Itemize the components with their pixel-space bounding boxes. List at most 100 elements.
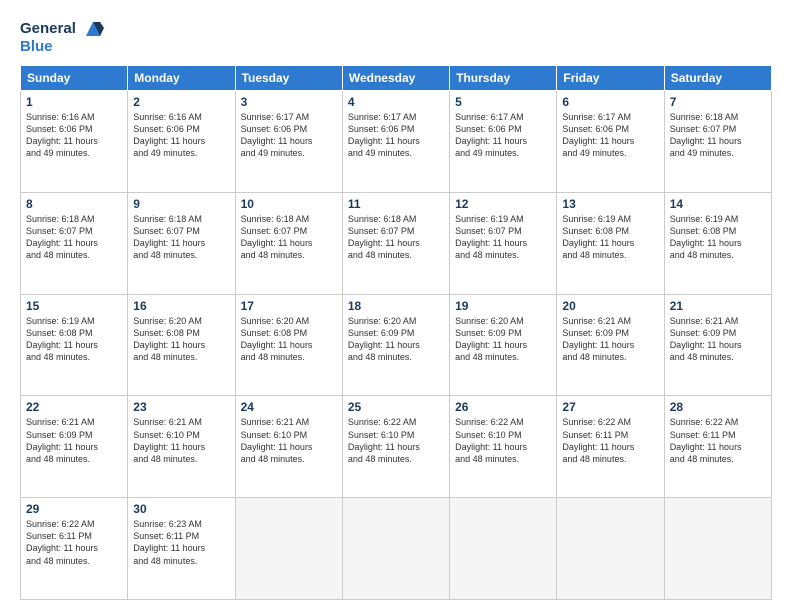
day-info: Sunrise: 6:17 AMSunset: 6:06 PMDaylight:… [562,111,658,160]
day-number: 10 [241,197,337,211]
day-info: Sunrise: 6:18 AMSunset: 6:07 PMDaylight:… [26,213,122,262]
day-info: Sunrise: 6:18 AMSunset: 6:07 PMDaylight:… [348,213,444,262]
calendar-cell: 11 Sunrise: 6:18 AMSunset: 6:07 PMDayligh… [342,192,449,294]
day-number: 18 [348,299,444,313]
day-number: 16 [133,299,229,313]
day-info: Sunrise: 6:20 AMSunset: 6:08 PMDaylight:… [241,315,337,364]
calendar-cell: 18 Sunrise: 6:20 AMSunset: 6:09 PMDayligh… [342,294,449,396]
calendar-cell: 30 Sunrise: 6:23 AMSunset: 6:11 PMDayligh… [128,498,235,600]
day-number: 11 [348,197,444,211]
calendar-cell [235,498,342,600]
day-info: Sunrise: 6:22 AMSunset: 6:11 PMDaylight:… [562,416,658,465]
day-info: Sunrise: 6:18 AMSunset: 6:07 PMDaylight:… [241,213,337,262]
day-info: Sunrise: 6:22 AMSunset: 6:10 PMDaylight:… [348,416,444,465]
day-info: Sunrise: 6:19 AMSunset: 6:07 PMDaylight:… [455,213,551,262]
calendar-cell: 1 Sunrise: 6:16 AMSunset: 6:06 PMDaylight… [21,91,128,193]
day-number: 3 [241,95,337,109]
day-number: 15 [26,299,122,313]
day-info: Sunrise: 6:19 AMSunset: 6:08 PMDaylight:… [562,213,658,262]
day-info: Sunrise: 6:21 AMSunset: 6:09 PMDaylight:… [562,315,658,364]
header: General Blue [20,18,772,55]
logo: General Blue [20,18,104,55]
calendar-cell: 27 Sunrise: 6:22 AMSunset: 6:11 PMDayligh… [557,396,664,498]
day-info: Sunrise: 6:20 AMSunset: 6:09 PMDaylight:… [348,315,444,364]
day-number: 1 [26,95,122,109]
calendar-cell: 16 Sunrise: 6:20 AMSunset: 6:08 PMDayligh… [128,294,235,396]
calendar-cell [342,498,449,600]
day-info: Sunrise: 6:19 AMSunset: 6:08 PMDaylight:… [670,213,766,262]
calendar-cell: 5 Sunrise: 6:17 AMSunset: 6:06 PMDaylight… [450,91,557,193]
calendar-row: 29 Sunrise: 6:22 AMSunset: 6:11 PMDayligh… [21,498,772,600]
day-info: Sunrise: 6:21 AMSunset: 6:10 PMDaylight:… [241,416,337,465]
calendar-cell: 19 Sunrise: 6:20 AMSunset: 6:09 PMDayligh… [450,294,557,396]
day-info: Sunrise: 6:17 AMSunset: 6:06 PMDaylight:… [241,111,337,160]
calendar-header-row: Sunday Monday Tuesday Wednesday Thursday… [21,66,772,91]
day-number: 4 [348,95,444,109]
calendar-cell: 9 Sunrise: 6:18 AMSunset: 6:07 PMDaylight… [128,192,235,294]
day-number: 5 [455,95,551,109]
day-info: Sunrise: 6:21 AMSunset: 6:09 PMDaylight:… [670,315,766,364]
day-number: 13 [562,197,658,211]
day-number: 21 [670,299,766,313]
day-number: 9 [133,197,229,211]
day-number: 29 [26,502,122,516]
day-info: Sunrise: 6:21 AMSunset: 6:09 PMDaylight:… [26,416,122,465]
calendar-row: 22 Sunrise: 6:21 AMSunset: 6:09 PMDayligh… [21,396,772,498]
calendar-cell: 21 Sunrise: 6:21 AMSunset: 6:09 PMDayligh… [664,294,771,396]
day-number: 30 [133,502,229,516]
day-info: Sunrise: 6:16 AMSunset: 6:06 PMDaylight:… [26,111,122,160]
col-thursday: Thursday [450,66,557,91]
day-info: Sunrise: 6:18 AMSunset: 6:07 PMDaylight:… [670,111,766,160]
calendar-cell [450,498,557,600]
day-number: 24 [241,400,337,414]
calendar-cell: 10 Sunrise: 6:18 AMSunset: 6:07 PMDayligh… [235,192,342,294]
calendar-cell: 7Sunrise: 6:18 AMSunset: 6:07 PMDaylight… [664,91,771,193]
day-info: Sunrise: 6:21 AMSunset: 6:10 PMDaylight:… [133,416,229,465]
calendar-cell: 24 Sunrise: 6:21 AMSunset: 6:10 PMDayligh… [235,396,342,498]
col-friday: Friday [557,66,664,91]
calendar-cell: 20 Sunrise: 6:21 AMSunset: 6:09 PMDayligh… [557,294,664,396]
day-info: Sunrise: 6:20 AMSunset: 6:08 PMDaylight:… [133,315,229,364]
day-info: Sunrise: 6:16 AMSunset: 6:06 PMDaylight:… [133,111,229,160]
day-number: 12 [455,197,551,211]
calendar-cell: 12 Sunrise: 6:19 AMSunset: 6:07 PMDayligh… [450,192,557,294]
day-number: 19 [455,299,551,313]
day-number: 23 [133,400,229,414]
day-info: Sunrise: 6:19 AMSunset: 6:08 PMDaylight:… [26,315,122,364]
calendar-row: 8 Sunrise: 6:18 AMSunset: 6:07 PMDaylight… [21,192,772,294]
calendar-cell: 26 Sunrise: 6:22 AMSunset: 6:10 PMDayligh… [450,396,557,498]
calendar-cell: 15 Sunrise: 6:19 AMSunset: 6:08 PMDayligh… [21,294,128,396]
calendar-cell: 3 Sunrise: 6:17 AMSunset: 6:06 PMDaylight… [235,91,342,193]
day-number: 27 [562,400,658,414]
calendar-cell [557,498,664,600]
day-info: Sunrise: 6:17 AMSunset: 6:06 PMDaylight:… [348,111,444,160]
day-info: Sunrise: 6:22 AMSunset: 6:10 PMDaylight:… [455,416,551,465]
day-number: 26 [455,400,551,414]
day-info: Sunrise: 6:20 AMSunset: 6:09 PMDaylight:… [455,315,551,364]
calendar-cell: 4 Sunrise: 6:17 AMSunset: 6:06 PMDaylight… [342,91,449,193]
calendar-cell: 29 Sunrise: 6:22 AMSunset: 6:11 PMDayligh… [21,498,128,600]
page: General Blue Sunday Monday Tuesday [0,0,792,612]
calendar-cell: 13 Sunrise: 6:19 AMSunset: 6:08 PMDayligh… [557,192,664,294]
calendar-cell: 23 Sunrise: 6:21 AMSunset: 6:10 PMDayligh… [128,396,235,498]
day-info: Sunrise: 6:17 AMSunset: 6:06 PMDaylight:… [455,111,551,160]
calendar-row: 15 Sunrise: 6:19 AMSunset: 6:08 PMDayligh… [21,294,772,396]
calendar-cell: 2Sunrise: 6:16 AMSunset: 6:06 PMDaylight… [128,91,235,193]
day-info: Sunrise: 6:22 AMSunset: 6:11 PMDaylight:… [26,518,122,567]
logo-text: General [20,18,104,40]
day-number: 8 [26,197,122,211]
col-tuesday: Tuesday [235,66,342,91]
calendar-cell: 28Sunrise: 6:22 AMSunset: 6:11 PMDayligh… [664,396,771,498]
logo-blue: Blue [20,38,104,55]
col-saturday: Saturday [664,66,771,91]
col-monday: Monday [128,66,235,91]
day-info: Sunrise: 6:18 AMSunset: 6:07 PMDaylight:… [133,213,229,262]
calendar-cell: 8 Sunrise: 6:18 AMSunset: 6:07 PMDaylight… [21,192,128,294]
calendar-cell: 17Sunrise: 6:20 AMSunset: 6:08 PMDayligh… [235,294,342,396]
day-info: Sunrise: 6:23 AMSunset: 6:11 PMDaylight:… [133,518,229,567]
calendar-row: 1 Sunrise: 6:16 AMSunset: 6:06 PMDaylight… [21,91,772,193]
day-number: 20 [562,299,658,313]
day-number: 22 [26,400,122,414]
calendar-cell: 25Sunrise: 6:22 AMSunset: 6:10 PMDayligh… [342,396,449,498]
calendar-table: Sunday Monday Tuesday Wednesday Thursday… [20,65,772,600]
